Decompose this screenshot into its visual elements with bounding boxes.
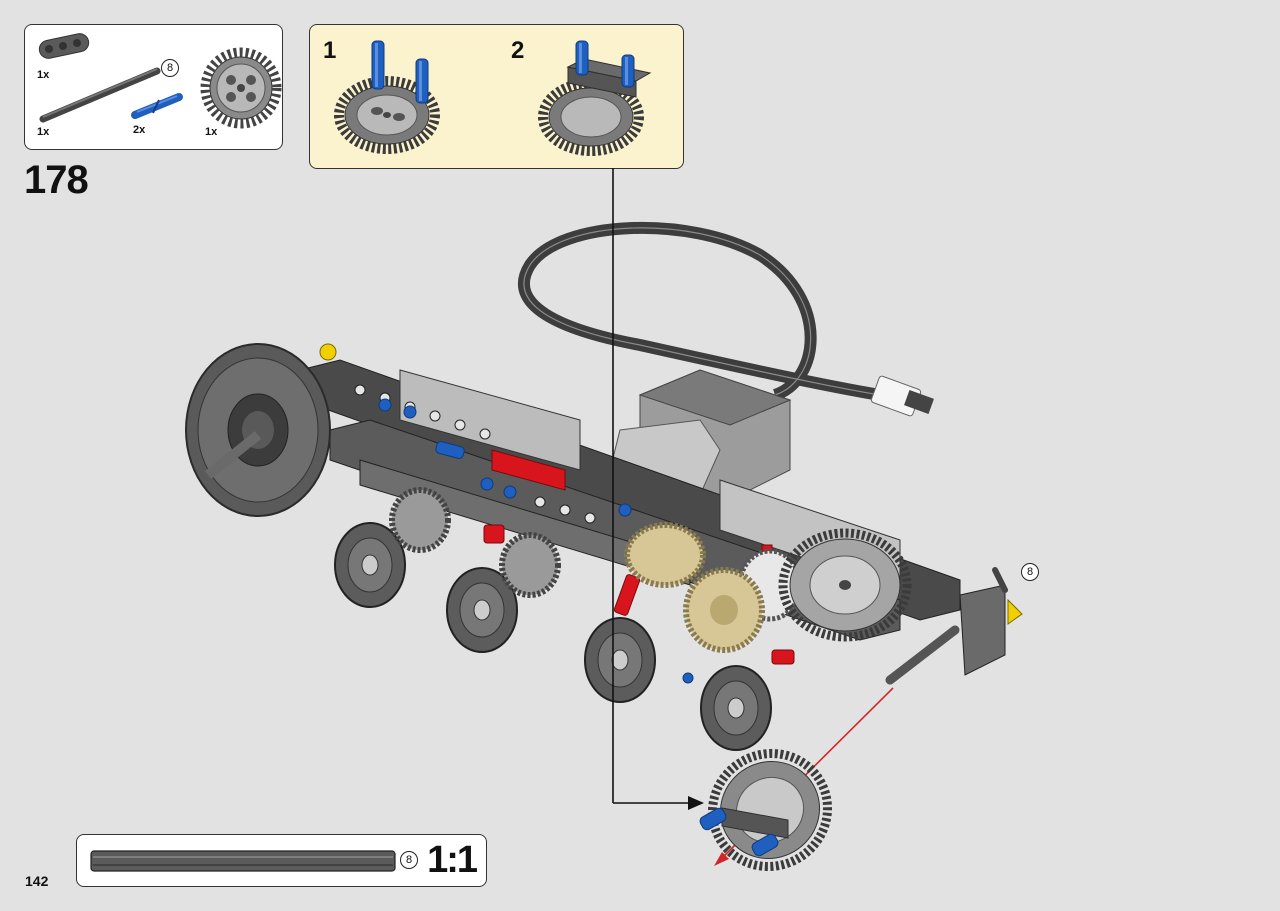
axle-length-callout: 8: [1021, 563, 1039, 581]
page-number: 142: [25, 873, 49, 889]
drive-sprocket-wheel: [185, 343, 331, 517]
scale-axle-length-badge: 8: [400, 851, 418, 869]
motor-cable: [518, 221, 881, 401]
scale-reference-panel: 8 1:1: [76, 834, 487, 887]
cable-connector: [870, 375, 934, 417]
yellow-pin: [319, 343, 337, 361]
main-assembly-illustration: [185, 168, 1023, 872]
scale-axle-illustration: [90, 850, 396, 872]
scale-label: 1:1: [427, 839, 478, 881]
